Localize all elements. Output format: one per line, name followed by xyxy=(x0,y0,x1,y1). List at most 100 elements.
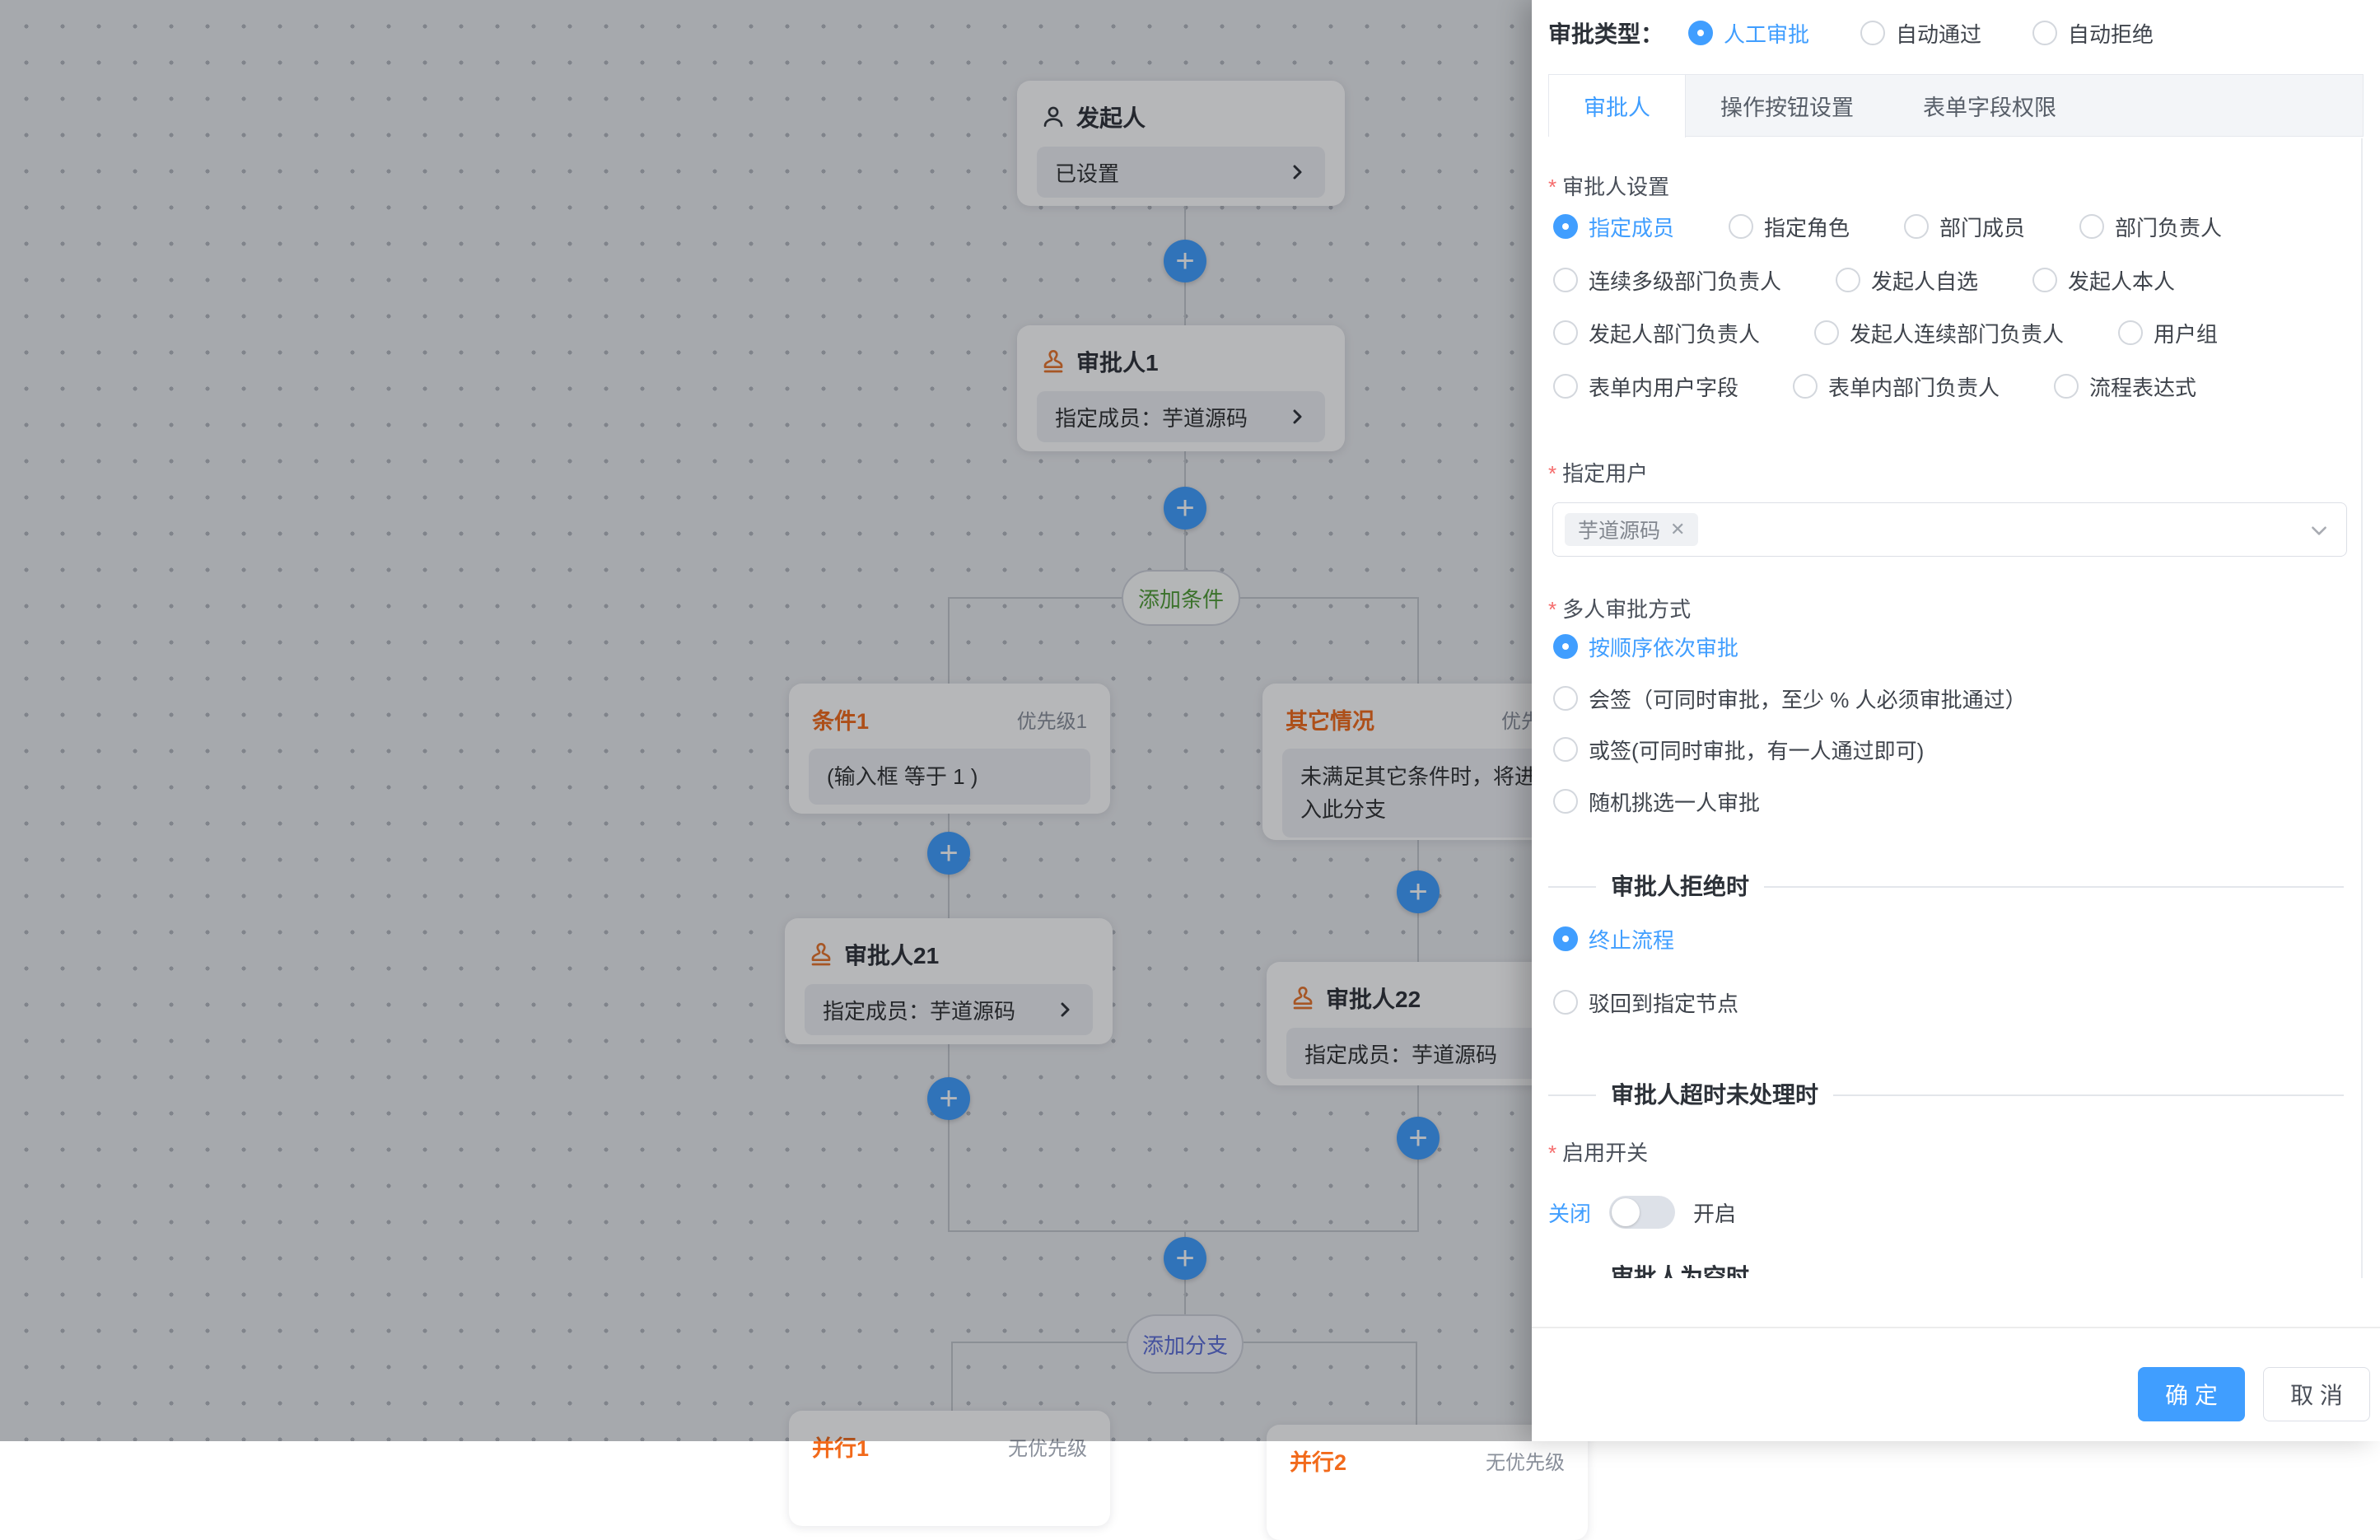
radio-dot xyxy=(1553,374,1578,399)
radio-option[interactable]: 指定成员 xyxy=(1553,212,1674,242)
tab-button-settings[interactable]: 操作按钮设置 xyxy=(1686,75,1888,136)
radio-dot xyxy=(1793,374,1818,399)
timeout-section-divider: 审批人超时未处理时 xyxy=(1548,1079,2344,1112)
radio-dot xyxy=(2079,214,2104,239)
radio-label: 发起人连续部门负责人 xyxy=(1850,318,2064,348)
radio-reject-return-node[interactable]: 驳回到指定节点 xyxy=(1553,986,1738,1019)
radio-multi-sequential[interactable]: 按顺序依次审批 xyxy=(1553,630,1738,663)
empty-approver-section-divider: 审批人为空时 xyxy=(1548,1261,2344,1278)
radio-option[interactable]: 表单内部门负责人 xyxy=(1793,371,2000,402)
cancel-label: 取 消 xyxy=(2290,1378,2343,1411)
approver-setting-row1: 指定成员 指定角色 部门成员 部门负责人 xyxy=(1553,210,2222,243)
tag-text: 芋道源码 xyxy=(1578,515,1660,544)
selected-user-tag: 芋道源码 ✕ xyxy=(1565,513,1698,546)
multi-mode-label: 多人审批方式 xyxy=(1548,593,1691,626)
condition-title: 并行2 xyxy=(1290,1444,1346,1477)
radio-option[interactable]: 部门成员 xyxy=(1904,212,2025,242)
footer-divider xyxy=(1532,1327,2380,1328)
radio-label: 表单内用户字段 xyxy=(1589,371,1738,402)
radio-dot xyxy=(1836,268,1860,292)
approver-setting-label: 审批人设置 xyxy=(1548,170,1669,203)
radio-dot xyxy=(1553,789,1578,814)
radio-label: 自动拒绝 xyxy=(2068,18,2154,49)
radio-option[interactable]: 发起人部门负责人 xyxy=(1553,318,1760,348)
tab-form-field-permissions[interactable]: 表单字段权限 xyxy=(1888,75,2091,136)
radio-dot xyxy=(2118,320,2143,345)
radio-option[interactable]: 发起人自选 xyxy=(1836,265,1978,296)
radio-option[interactable]: 表单内用户字段 xyxy=(1553,371,1738,402)
divider-title: 审批人拒绝时 xyxy=(1596,870,1764,903)
enable-switch-row: 关闭 开启 xyxy=(1548,1194,1736,1230)
radio-label: 部门成员 xyxy=(1939,212,2025,242)
radio-label: 指定角色 xyxy=(1764,212,1850,242)
radio-label: 流程表达式 xyxy=(2089,371,2196,402)
radio-approval-type-auto-reject[interactable]: 自动拒绝 xyxy=(2032,18,2154,49)
radio-dot xyxy=(1553,990,1578,1015)
radio-multi-countersign[interactable]: 会签（可同时审批，至少 % 人必须审批通过） xyxy=(1553,682,2027,715)
radio-label: 表单内部门负责人 xyxy=(1828,371,2000,402)
confirm-label: 确 定 xyxy=(2165,1378,2218,1411)
divider-title: 审批人为空时 xyxy=(1596,1261,1764,1278)
radio-label: 部门负责人 xyxy=(2115,212,2222,242)
chevron-down-icon xyxy=(2308,520,2330,541)
radio-dot xyxy=(1553,214,1578,239)
radio-label: 驳回到指定节点 xyxy=(1589,987,1738,1018)
radio-label: 随机挑选一人审批 xyxy=(1589,786,1760,817)
radio-option[interactable]: 部门负责人 xyxy=(2079,212,2222,242)
radio-label: 或签(可同时审批，有一人通过即可) xyxy=(1589,735,1924,765)
radio-dot xyxy=(1553,634,1578,659)
radio-dot xyxy=(2032,21,2057,45)
radio-approval-type-manual[interactable]: 人工审批 xyxy=(1688,18,1809,49)
radio-approval-type-auto-approve[interactable]: 自动通过 xyxy=(1860,18,1981,49)
radio-option[interactable]: 连续多级部门负责人 xyxy=(1553,265,1781,296)
switch-knob xyxy=(1612,1198,1640,1226)
switch-off-text: 关闭 xyxy=(1548,1197,1591,1228)
radio-label: 按顺序依次审批 xyxy=(1589,632,1738,662)
radio-option[interactable]: 流程表达式 xyxy=(2054,371,2196,402)
radio-option[interactable]: 发起人本人 xyxy=(2032,265,2175,296)
radio-label: 终止流程 xyxy=(1589,924,1674,954)
tab-approver[interactable]: 审批人 xyxy=(1549,75,1686,138)
assign-user-label: 指定用户 xyxy=(1548,457,1648,490)
radio-option[interactable]: 发起人连续部门负责人 xyxy=(1814,318,2064,348)
assign-user-select[interactable]: 芋道源码 ✕ xyxy=(1552,502,2347,557)
condition-priority: 无优先级 xyxy=(1486,1446,1565,1475)
radio-dot xyxy=(1860,21,1885,45)
enable-switch-toggle[interactable] xyxy=(1609,1196,1675,1229)
enable-switch-label: 启用开关 xyxy=(1548,1136,1648,1169)
approver-settings-panel: 审批类型： 人工审批 自动通过 自动拒绝 审批人 操作按钮设置 表单字段权限 审… xyxy=(1532,0,2380,1441)
approver-setting-row2: 连续多级部门负责人 发起人自选 发起人本人 xyxy=(1553,264,2175,296)
radio-dot xyxy=(1553,686,1578,711)
radio-reject-terminate[interactable]: 终止流程 xyxy=(1553,922,1674,955)
radio-dot xyxy=(2054,374,2079,399)
radio-multi-random[interactable]: 随机挑选一人审批 xyxy=(1553,785,1760,818)
radio-dot xyxy=(1688,21,1713,45)
radio-dot xyxy=(1553,268,1578,292)
radio-multi-orsign[interactable]: 或签(可同时审批，有一人通过即可) xyxy=(1553,733,1924,766)
tab-label: 操作按钮设置 xyxy=(1720,90,1854,122)
approver-setting-row3: 发起人部门负责人 发起人连续部门负责人 用户组 xyxy=(1553,316,2218,349)
tag-close-icon[interactable]: ✕ xyxy=(1670,519,1685,540)
cancel-button[interactable]: 取 消 xyxy=(2263,1367,2370,1421)
approver-setting-row4: 表单内用户字段 表单内部门负责人 流程表达式 xyxy=(1553,370,2196,403)
approver-tab-content[interactable]: 审批人设置 指定成员 指定角色 部门成员 部门负责人 连续多级部门负责人 发起人… xyxy=(1532,138,2380,1278)
reject-section-divider: 审批人拒绝时 xyxy=(1548,870,2344,903)
radio-dot xyxy=(1814,320,1839,345)
switch-on-text: 开启 xyxy=(1693,1197,1736,1228)
radio-label: 自动通过 xyxy=(1896,18,1981,49)
radio-label: 用户组 xyxy=(2154,318,2218,348)
approval-type-row: 审批类型： 人工审批 自动通过 自动拒绝 xyxy=(1548,12,2154,54)
confirm-button[interactable]: 确 定 xyxy=(2138,1367,2245,1421)
tab-label: 表单字段权限 xyxy=(1923,90,2056,122)
radio-dot xyxy=(1553,737,1578,762)
radio-option[interactable]: 指定角色 xyxy=(1729,212,1850,242)
radio-dot xyxy=(1553,320,1578,345)
radio-option[interactable]: 用户组 xyxy=(2118,318,2218,348)
node-parallel2[interactable]: 并行2 无优先级 xyxy=(1267,1425,1588,1540)
tab-label: 审批人 xyxy=(1584,90,1650,122)
divider-title: 审批人超时未处理时 xyxy=(1596,1079,1833,1112)
radio-label: 会签（可同时审批，至少 % 人必须审批通过） xyxy=(1589,684,2027,714)
radio-label: 发起人部门负责人 xyxy=(1589,318,1760,348)
approval-type-label: 审批类型： xyxy=(1548,16,1664,49)
radio-dot xyxy=(1553,926,1578,951)
